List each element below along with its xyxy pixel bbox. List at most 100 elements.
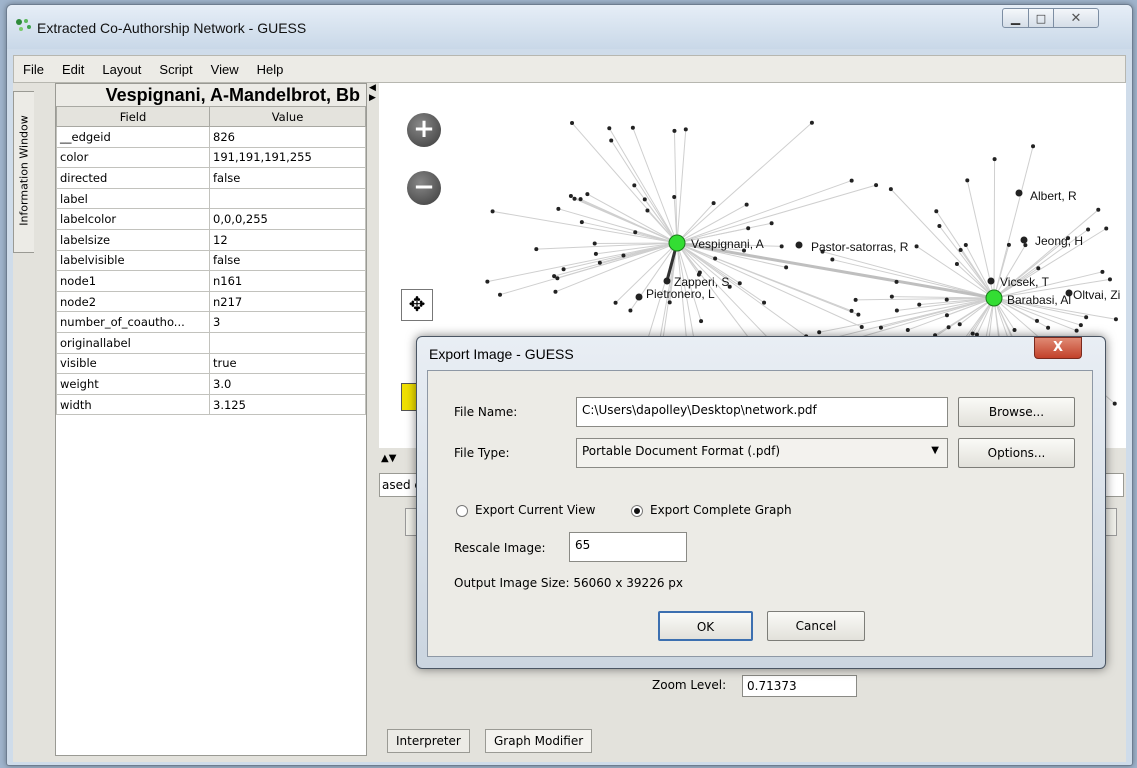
menu-view[interactable]: View (208, 62, 242, 77)
tab-graph-modifier[interactable]: Graph Modifier (485, 729, 593, 753)
graph-node (1035, 318, 1040, 323)
value-cell[interactable]: 12 (209, 228, 366, 251)
graph-node (1096, 207, 1101, 212)
table-row[interactable]: labelcolor 0,0,0,255 (56, 208, 366, 230)
value-cell[interactable]: n161 (209, 270, 366, 292)
rescale-field[interactable]: 65 (569, 532, 687, 562)
graph-node (1012, 328, 1017, 333)
node-label: Oltvai, Zi (1073, 288, 1121, 302)
graph-node (697, 270, 702, 275)
graph-node (699, 319, 704, 324)
value-cell[interactable]: true (209, 352, 366, 375)
value-cell[interactable]: false (209, 167, 366, 189)
graph-node (1006, 242, 1011, 247)
graph-node (746, 226, 751, 231)
dialog-body: File Name: C:\Users\dapolley\Desktop\net… (427, 370, 1093, 657)
menu-file[interactable]: File (20, 62, 47, 77)
graph-node (585, 192, 590, 197)
graph-node (645, 208, 650, 213)
graph-node (630, 125, 635, 130)
export-complete-graph-label[interactable]: Export Complete Graph (650, 503, 792, 517)
column-header-field[interactable]: Field (56, 106, 210, 127)
dialog-title: Export Image - GUESS (429, 346, 574, 362)
graph-node (711, 201, 716, 206)
table-row[interactable]: originallabel (56, 331, 366, 354)
file-type-select[interactable]: Portable Document Format (.pdf) ▼ (576, 438, 948, 468)
column-header-value[interactable]: Value (209, 106, 366, 127)
table-row[interactable]: node2 n217 (56, 290, 366, 313)
value-cell[interactable]: 826 (209, 126, 366, 148)
graph-node (970, 331, 975, 336)
graph-node (1015, 189, 1023, 197)
maximize-button[interactable]: □ (1028, 8, 1054, 28)
options-button[interactable]: Options... (958, 438, 1075, 468)
field-cell: width (56, 393, 210, 416)
file-name-field[interactable]: C:\Users\dapolley\Desktop\network.pdf (576, 397, 948, 427)
export-current-view-label[interactable]: Export Current View (475, 503, 595, 517)
browse-button[interactable]: Browse... (958, 397, 1075, 427)
close-window-button[interactable]: ✕ (1053, 8, 1099, 28)
graph-node (830, 257, 835, 262)
ok-button[interactable]: OK (658, 611, 753, 641)
field-cell: __edgeid (56, 126, 210, 148)
graph-node (737, 281, 742, 286)
graph-node (552, 274, 557, 279)
minimize-button[interactable]: ▁ (1002, 8, 1029, 28)
value-cell[interactable]: 0,0,0,255 (209, 208, 366, 230)
graph-node (621, 253, 626, 258)
menu-script[interactable]: Script (156, 62, 195, 77)
value-cell[interactable]: 3.0 (209, 373, 366, 395)
field-cell: node1 (56, 270, 210, 292)
table-row[interactable]: width 3.125 (56, 393, 366, 416)
table-row[interactable]: node1 n161 (56, 270, 366, 292)
value-cell[interactable] (209, 187, 366, 210)
table-row[interactable]: color 191,191,191,255 (56, 146, 366, 169)
table-row[interactable]: label (56, 187, 366, 210)
tab-interpreter[interactable]: Interpreter (387, 729, 470, 753)
table-row[interactable]: labelvisible false (56, 249, 366, 272)
collapse-arrows[interactable]: ▲▼ (381, 453, 396, 464)
minus-icon: − (413, 172, 435, 202)
field-cell: visible (56, 352, 210, 375)
plus-icon: + (413, 114, 435, 144)
graph-edge (676, 184, 877, 244)
value-cell[interactable]: 3.125 (209, 393, 366, 416)
table-row[interactable]: directed false (56, 167, 366, 189)
table-row[interactable]: labelsize 12 (56, 228, 366, 251)
graph-node (934, 209, 939, 214)
graph-node (954, 262, 959, 267)
zoom-level-field[interactable]: 0.71373 (742, 675, 857, 697)
dialog-close-button[interactable]: X (1034, 337, 1082, 359)
node-label: Barabasi, Al (1007, 293, 1072, 307)
guess-logo-icon (16, 19, 31, 31)
menu-edit[interactable]: Edit (59, 62, 87, 77)
table-row[interactable]: weight 3.0 (56, 373, 366, 395)
graph-edge (993, 244, 1026, 299)
export-current-view-radio[interactable] (456, 505, 468, 517)
graph-node (795, 241, 803, 249)
value-cell[interactable] (209, 331, 366, 354)
value-cell[interactable]: n217 (209, 290, 366, 313)
table-row[interactable]: visible true (56, 352, 366, 375)
value-cell[interactable]: 191,191,191,255 (209, 146, 366, 169)
zoom-out-button[interactable]: − (407, 171, 441, 205)
split-pane-arrows[interactable]: ◀ ▶ (369, 83, 377, 123)
value-cell[interactable]: false (209, 249, 366, 272)
graph-node (894, 308, 899, 313)
table-row[interactable]: number_of_coautho... 3 (56, 311, 366, 333)
cancel-button[interactable]: Cancel (767, 611, 865, 641)
menu-layout[interactable]: Layout (99, 62, 144, 77)
value-cell[interactable]: 3 (209, 311, 366, 333)
export-complete-graph-radio[interactable] (631, 505, 643, 517)
graph-edge (676, 129, 687, 244)
zoom-in-button[interactable]: + (407, 113, 441, 147)
graph-node (1031, 144, 1036, 149)
graph-node (632, 183, 637, 188)
menu-help[interactable]: Help (254, 62, 287, 77)
graph-node (856, 312, 861, 317)
table-row[interactable]: __edgeid 826 (56, 126, 366, 148)
graph-edge (555, 242, 678, 293)
move-tool-button[interactable]: ✥ (401, 289, 433, 321)
graph-node (944, 297, 949, 302)
information-window-tab[interactable]: Information Window (13, 91, 34, 253)
